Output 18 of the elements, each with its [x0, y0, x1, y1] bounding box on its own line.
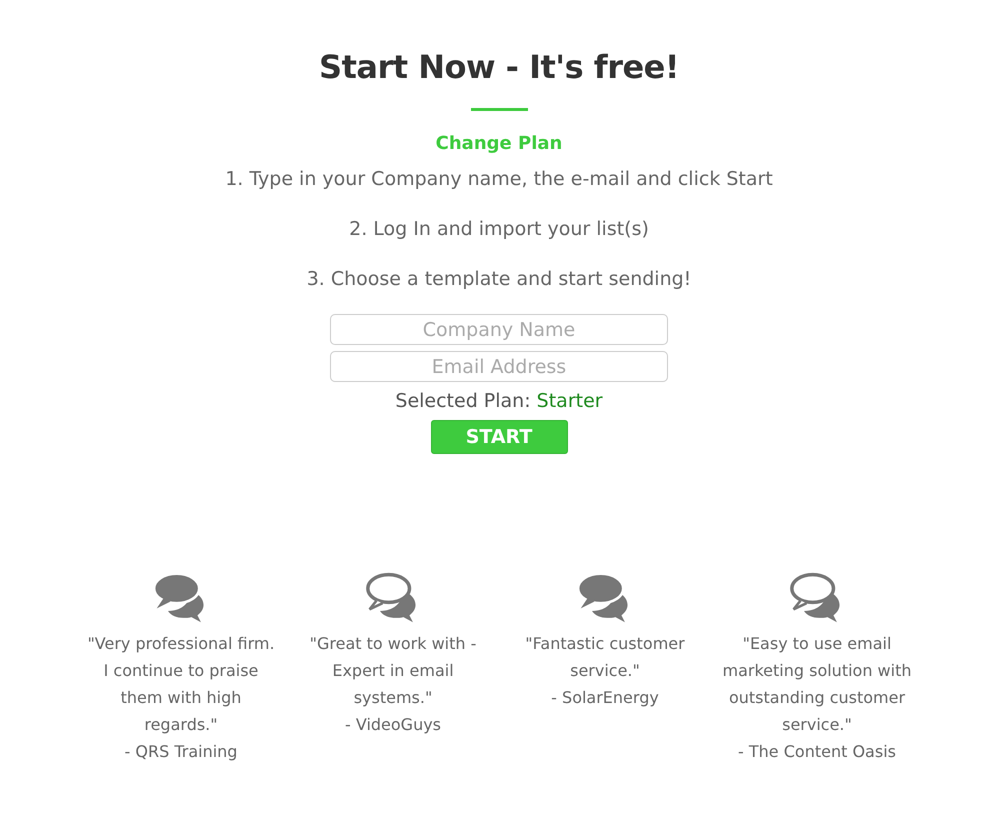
- change-plan-link[interactable]: Change Plan: [436, 133, 562, 154]
- instruction-step: 1. Type in your Company name, the e-mail and click Start: [225, 167, 773, 204]
- instruction-step: 3. Choose a template and start sending!: [306, 267, 692, 304]
- selected-plan-text: Selected Plan: Starter: [395, 390, 603, 412]
- testimonial-author: - SolarEnergy: [550, 687, 660, 709]
- instruction-step: 2. Log In and import your list(s): [349, 217, 649, 254]
- testimonial-quote: "Great to work with - Expert in email systems.": [308, 633, 478, 709]
- page-title: Start Now - It's free!: [319, 48, 679, 86]
- testimonial-author: - VideoGuys: [344, 714, 442, 736]
- title-underline: [470, 108, 528, 111]
- testimonial-quote: "Fantastic customer service.": [524, 633, 686, 682]
- testimonial-author: - The Content Oasis: [737, 741, 897, 763]
- testimonial-quote: "Very professional firm. I continue to praise them with high regards.": [86, 633, 276, 736]
- testimonial-author: - QRS Training: [124, 741, 238, 763]
- input-field[interactable]: Email Address: [330, 351, 668, 382]
- input-field[interactable]: Company Name: [330, 314, 668, 345]
- testimonial-quote: "Easy to use email marketing solution with outstanding customer service.": [722, 633, 912, 736]
- start-button[interactable]: START: [430, 420, 568, 454]
